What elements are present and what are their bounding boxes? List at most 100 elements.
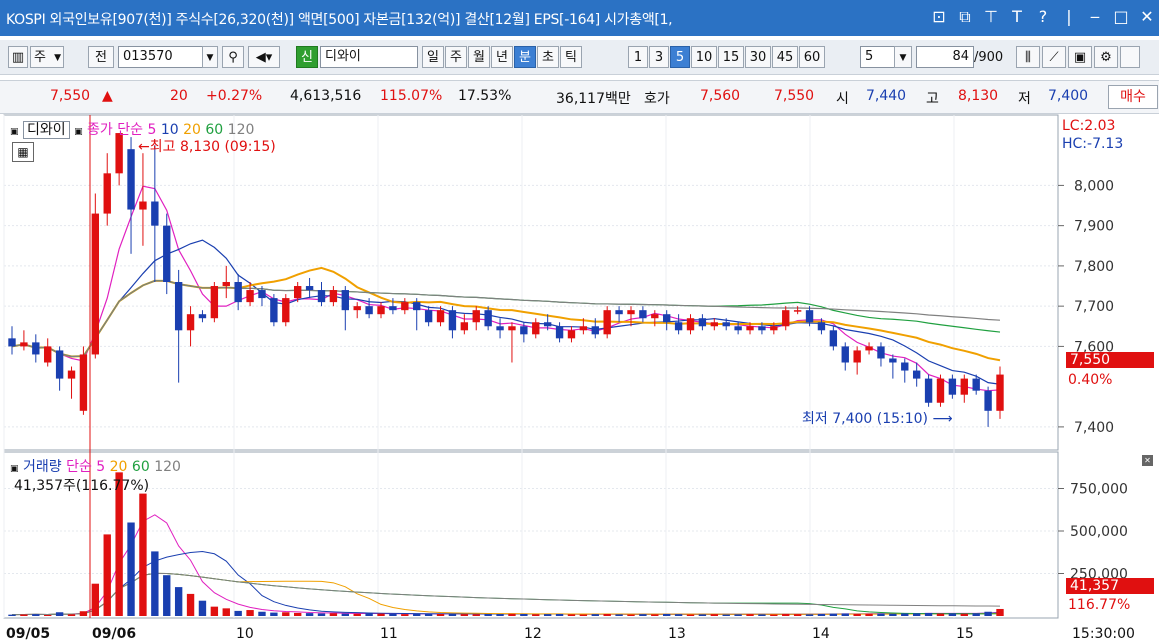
candle-body xyxy=(996,374,1004,411)
period-button-6[interactable]: 틱 xyxy=(560,46,582,68)
period-button-2[interactable]: 월 xyxy=(468,46,490,68)
candle-type-icon[interactable]: ⫼ xyxy=(1016,46,1040,68)
volume-bar xyxy=(901,613,909,616)
candle-body xyxy=(901,362,909,371)
pin-icon[interactable]: ⊤ xyxy=(983,7,999,27)
volume-bar xyxy=(424,613,433,616)
low-annotation: 최저 7,400 (15:10) ⟶ xyxy=(802,408,953,428)
panel-close-icon[interactable]: ✕ xyxy=(1142,455,1153,466)
market-select[interactable]: 주 ▼ xyxy=(30,46,64,68)
interval-button-45[interactable]: 45 xyxy=(772,46,798,68)
volume-bar xyxy=(317,613,326,616)
candle-body xyxy=(329,290,338,303)
candle-body xyxy=(365,306,373,315)
interval-button-60[interactable]: 60 xyxy=(799,46,825,68)
candle-body xyxy=(67,370,76,379)
volume-bar xyxy=(413,613,421,616)
candle-body xyxy=(615,310,623,315)
candle-body xyxy=(424,310,433,323)
count-input[interactable]: 84 xyxy=(916,46,974,68)
copy-window-icon[interactable]: ⧉ xyxy=(957,7,973,27)
candle-body xyxy=(758,326,766,331)
volume-bar xyxy=(174,587,183,616)
period-button-0[interactable]: 일 xyxy=(422,46,444,68)
separator: | xyxy=(1066,7,1072,26)
interval-button-5[interactable]: 5 xyxy=(670,46,690,68)
high-annotation: ←최고 8,130 (09:15) xyxy=(138,136,276,156)
period-button-1[interactable]: 주 xyxy=(445,46,467,68)
minimize-icon[interactable]: ‒ xyxy=(1087,7,1103,27)
interval-button-10[interactable]: 10 xyxy=(691,46,717,68)
indicator-icon[interactable]: ⟋ xyxy=(1042,46,1066,68)
volume-bar xyxy=(841,613,849,616)
candle-body xyxy=(448,310,457,331)
interval-button-3[interactable]: 3 xyxy=(649,46,669,68)
volume-bar xyxy=(151,551,159,616)
settings-icon[interactable]: ⚙ xyxy=(1094,46,1118,68)
interval-button-1[interactable]: 1 xyxy=(628,46,648,68)
search-icon[interactable]: ⚲ xyxy=(222,46,244,68)
layout-icon[interactable]: ▥ xyxy=(8,46,28,68)
restore-layout-icon[interactable]: ⊡ xyxy=(931,7,947,27)
interval-dropdown-icon[interactable]: ▼ xyxy=(894,46,912,68)
price-change: 20 xyxy=(170,88,188,104)
period-button-5[interactable]: 초 xyxy=(537,46,559,68)
price-tick-label: 8,000 xyxy=(1074,178,1114,194)
stock-name-field[interactable]: 디와이 xyxy=(320,46,418,68)
candle-body xyxy=(401,302,409,311)
high-price: 8,130 xyxy=(958,88,999,104)
volume-bar xyxy=(865,613,873,616)
jeon-button[interactable]: 전 xyxy=(88,46,114,68)
data-table-icon[interactable]: ▦ xyxy=(12,142,34,162)
code-dropdown-icon[interactable]: ▼ xyxy=(202,46,218,68)
interval-button-15[interactable]: 15 xyxy=(718,46,744,68)
volume-bar xyxy=(353,613,361,616)
volume-bar xyxy=(758,614,766,616)
candle-body xyxy=(841,346,849,363)
bid-label: 호가 xyxy=(644,91,670,107)
volume-bar xyxy=(555,613,564,616)
save-icon[interactable]: ▣ xyxy=(1068,46,1092,68)
price-volume-chart[interactable]: 8,0007,9007,8007,7007,6007,400750,000500… xyxy=(0,113,1159,643)
buy-button[interactable]: 매수 xyxy=(1108,85,1158,109)
sound-icon[interactable]: ◀▾ xyxy=(248,46,280,68)
stock-name-tag[interactable]: 디와이 xyxy=(22,121,70,139)
volume-bar xyxy=(912,613,921,616)
new-badge[interactable]: 신 xyxy=(296,46,318,68)
volume-bar xyxy=(567,614,576,616)
candle-body xyxy=(520,326,528,335)
period-button-4[interactable]: 분 xyxy=(514,46,536,68)
volume-bar xyxy=(651,614,659,616)
help-icon[interactable]: ? xyxy=(1035,7,1051,27)
close-icon[interactable]: ✕ xyxy=(1139,7,1155,27)
candle-body xyxy=(579,326,588,331)
candle-body xyxy=(139,201,147,210)
period-button-3[interactable]: 년 xyxy=(491,46,513,68)
volume-bar xyxy=(305,613,314,616)
panel-icon: ▣ xyxy=(10,127,19,137)
volume-bar xyxy=(782,613,790,616)
volume-bar xyxy=(163,575,171,616)
volume-bar xyxy=(936,613,945,616)
volume-bar xyxy=(710,614,719,616)
maximize-icon[interactable]: □ xyxy=(1113,7,1129,27)
volume-bar xyxy=(924,612,933,616)
candle-body xyxy=(853,350,861,363)
volume-bar xyxy=(234,610,242,616)
candle-body xyxy=(829,330,838,347)
candle-body xyxy=(960,378,968,395)
checkbox[interactable] xyxy=(1120,46,1140,68)
interval-button-30[interactable]: 30 xyxy=(745,46,771,68)
candle-body xyxy=(472,310,480,323)
volume-bar xyxy=(44,614,52,616)
candle-body xyxy=(186,314,195,331)
candle-body xyxy=(436,310,445,323)
volume-bar xyxy=(389,613,397,616)
font-icon[interactable]: T xyxy=(1009,7,1025,27)
bid-price-1: 7,560 xyxy=(700,88,741,104)
volume-bar xyxy=(829,613,838,616)
x-axis-label: 14 xyxy=(812,626,830,642)
volume-bar xyxy=(293,612,302,616)
x-axis-label: 11 xyxy=(380,626,398,642)
volume-bar xyxy=(55,612,64,616)
